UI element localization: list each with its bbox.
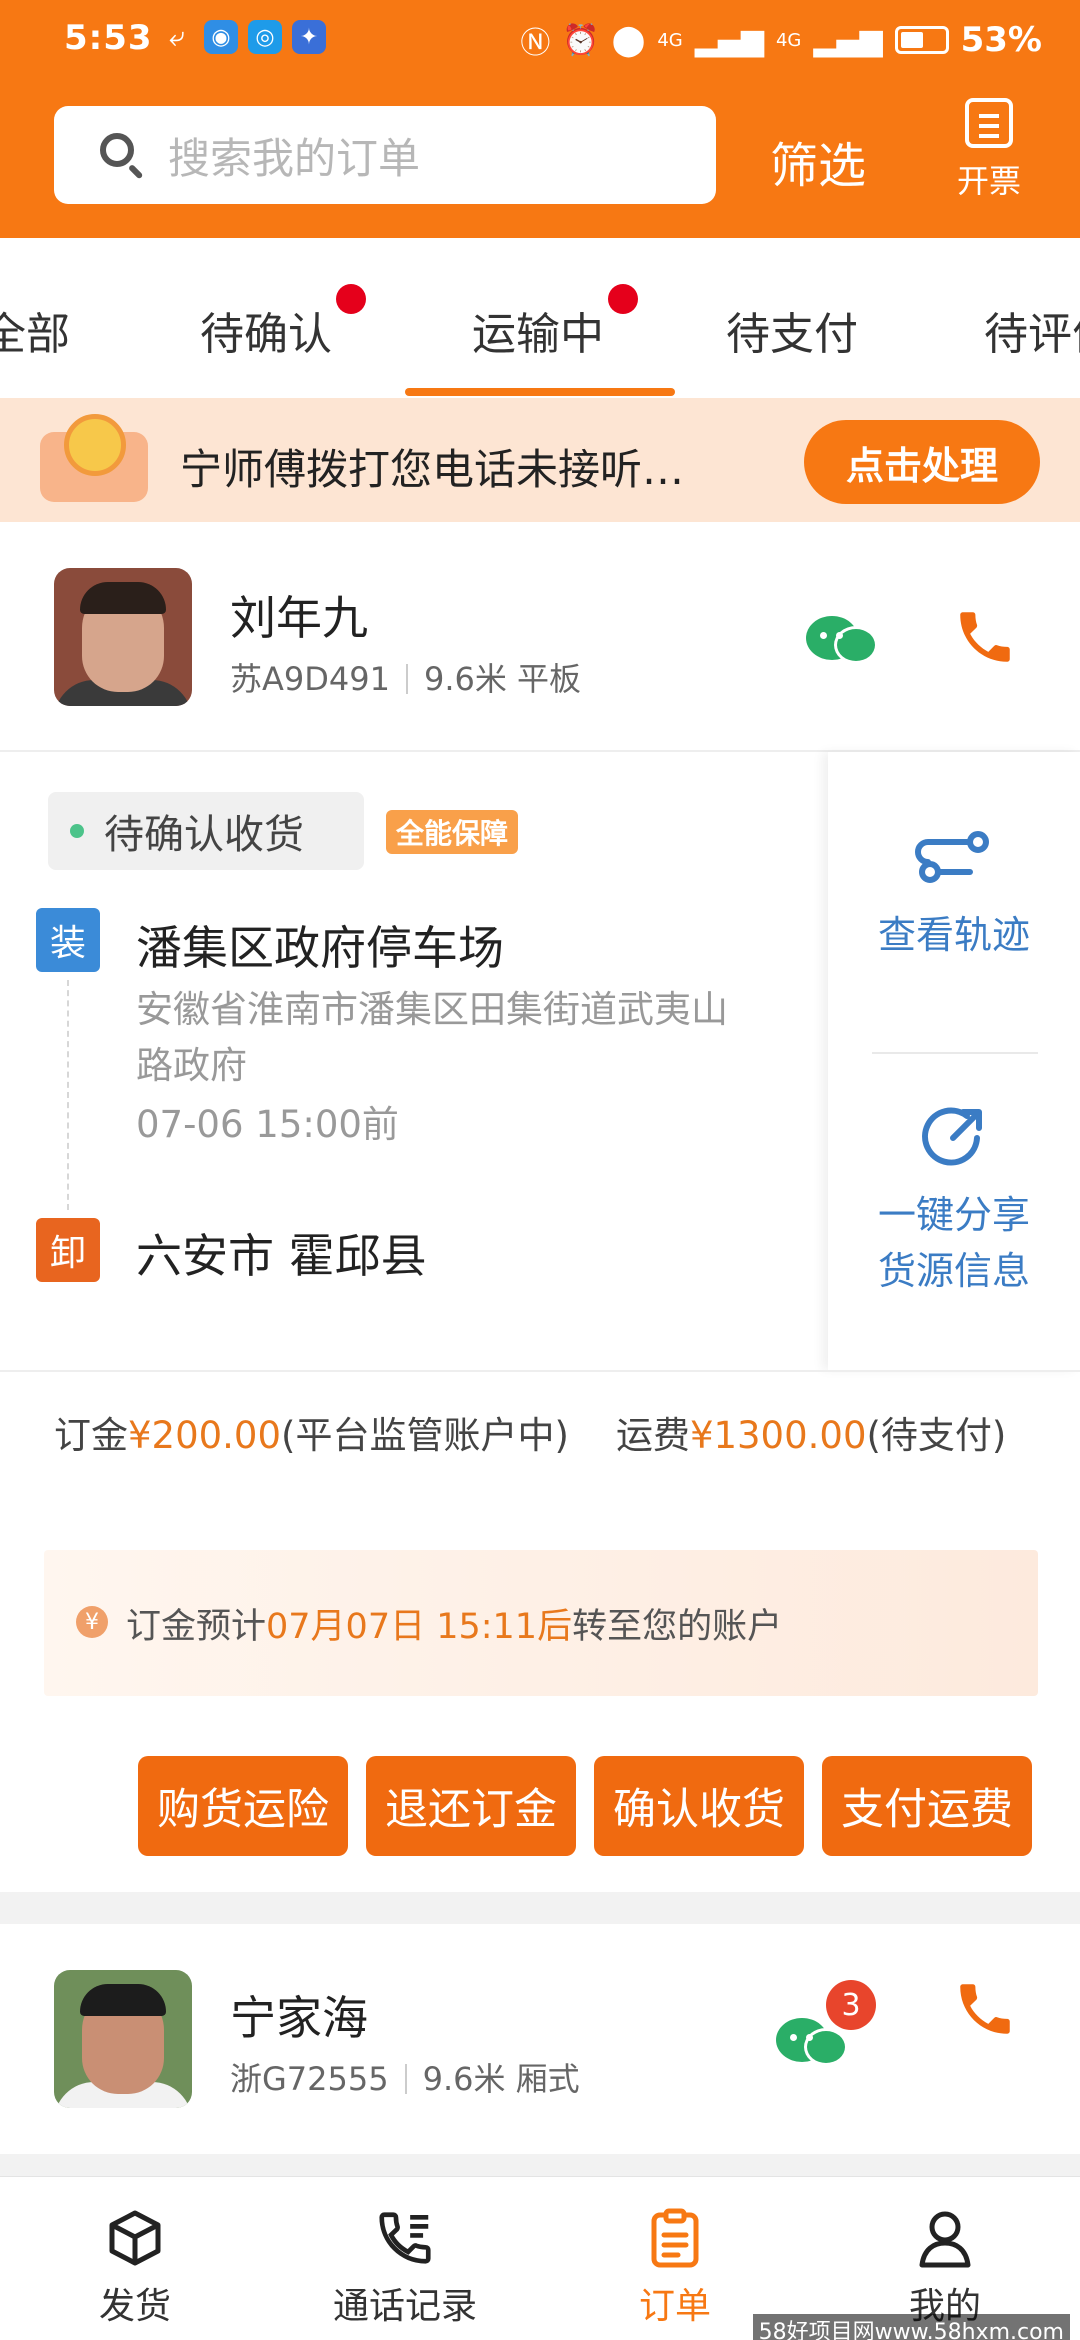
invoice-icon [965,98,1013,148]
avatar [54,1970,192,2108]
handle-notice-button[interactable]: 点击处理 [804,420,1040,504]
gift-box-icon [30,410,156,510]
driver-name: 宁家海 [230,1991,368,2045]
tab-pending-review[interactable]: 待评价 [984,298,1080,362]
unread-dot [608,284,638,314]
divider [872,1052,1038,1054]
phone-call-icon[interactable] [952,1976,1018,2042]
app-notification-icon: ◉ [204,20,238,54]
route-line [67,980,69,1210]
invoice-button[interactable]: 开票 [950,98,1028,202]
share-source-button[interactable]: 一键分享 货源信息 [828,1102,1080,1299]
search-app-icon: ◎ [248,20,282,54]
call-log-icon [374,2207,436,2269]
truck-type: 9.6米 平板 [423,660,582,698]
vehicle-info: 浙G72555 9.6米 厢式 [230,2054,580,2100]
status-time: 5:53 [64,18,153,58]
fee-summary: 订金¥200.00(平台监管账户中) 运费¥1300.00(待支付) [54,1414,1007,1457]
share-label-line2: 货源信息 [877,1249,1030,1293]
unload-tag: 卸 [36,1218,100,1282]
network-label: 4G [657,29,683,51]
guarantee-badge: 全能保障 [386,810,519,854]
wechat-chat-icon[interactable] [806,612,880,672]
load-place: 潘集区政府停车场 [136,921,504,975]
route-icon [915,831,989,883]
signal-icon-2: ▂▄▆ [813,22,883,58]
network-label-2: 4G [775,29,802,51]
avatar [54,568,192,706]
location-icon: ⬤ [611,22,646,58]
missed-call-notice: 宁师傅拨打您电话未接听… 点击处理 [0,398,1080,522]
refund-deposit-button[interactable]: 退还订金 [366,1756,576,1856]
nfc-icon: Ⓝ [520,26,551,61]
battery-icon [894,26,949,54]
battery-fill [900,32,923,48]
search-icon [98,131,146,180]
clipboard-icon [644,2207,706,2269]
status-bar: 5:53 ⤶ ◉ ◎ ✦ Ⓝ ⏰ ⬤ 4G ▂▄▆ 4G ▂▄▆ 53% [0,0,1080,78]
filter-button[interactable]: 筛选 [770,126,866,196]
share-icon [922,1107,982,1166]
nav-call-log-label: 通话记录 [332,2286,477,2327]
unread-dot [336,284,366,314]
tab-all[interactable]: 全部 [0,298,70,362]
status-right: Ⓝ ⏰ ⬤ 4G ▂▄▆ 4G ▂▄▆ 53% [520,18,1042,62]
app-header: 5:53 ⤶ ◉ ◎ ✦ Ⓝ ⏰ ⬤ 4G ▂▄▆ 4G ▂▄▆ 53% 搜索我… [0,0,1080,238]
bulb-app-icon: ✦ [292,20,326,54]
deposit-transfer-tip: ¥ 订金预计07月07日 15:11后转至您的账户 [44,1550,1038,1696]
watermark: 58好项目网www.58hxm.com [752,2314,1070,2340]
load-address: 安徽省淮南市潘集区田集街道武夷山路政府 [136,988,728,1087]
invoice-label: 开票 [956,162,1021,200]
search-placeholder: 搜索我的订单 [168,133,421,183]
active-tab-indicator [405,388,675,396]
unload-place: 六安市 霍邱县 [136,1229,427,1283]
person-icon [914,2207,976,2269]
divider [0,1370,1080,1372]
truck-type: 9.6米 厢式 [422,2060,580,2098]
yuan-coin-icon: ¥ [76,1606,108,1638]
box-icon [104,2207,166,2269]
vehicle-info: 苏A9D491 9.6米 平板 [230,654,581,700]
order-status-badge: 待确认收货 [48,792,364,870]
tab-in-transit[interactable]: 运输中 [472,284,638,362]
nav-ship-label: 发货 [98,2286,171,2327]
plate-number: 苏A9D491 [230,660,390,698]
buy-cargo-insurance-button[interactable]: 购货运险 [138,1756,348,1856]
tab-pending-payment[interactable]: 待支付 [726,298,858,362]
nav-call-log[interactable]: 通话记录 [270,2177,540,2340]
search-input[interactable]: 搜索我的订单 [54,106,716,204]
pay-freight-button[interactable]: 支付运费 [822,1756,1032,1856]
order-side-actions: 查看轨迹 一键分享 货源信息 [828,752,1080,1370]
nav-ship[interactable]: 发货 [0,2177,270,2340]
battery-percent: 53% [960,20,1042,60]
order-tabs: 全部 待确认 运输中 待支付 待评价 [0,238,1080,398]
phone-call-icon[interactable] [952,604,1018,670]
load-time: 07-06 15:00前 [136,1103,399,1146]
unread-count-badge: 3 [826,1980,876,2030]
plate-number: 浙G72555 [230,2060,389,2098]
share-label-line1: 一键分享 [877,1193,1030,1237]
alarm-icon: ⏰ [562,22,600,58]
view-track-button[interactable]: 查看轨迹 [828,822,1080,963]
view-track-label: 查看轨迹 [877,913,1030,957]
notice-message: 宁师傅拨打您电话未接听… [180,445,685,494]
signal-icon: ▂▄▆ [694,22,764,58]
notification-icons: ⤶ ◉ ◎ ✦ [160,20,326,54]
load-tag: 装 [36,908,100,972]
driver-name: 刘年九 [230,591,368,645]
missed-call-icon: ⤶ [169,20,185,53]
tab-pending-confirm[interactable]: 待确认 [200,284,366,362]
confirm-receipt-button[interactable]: 确认收货 [594,1756,804,1856]
